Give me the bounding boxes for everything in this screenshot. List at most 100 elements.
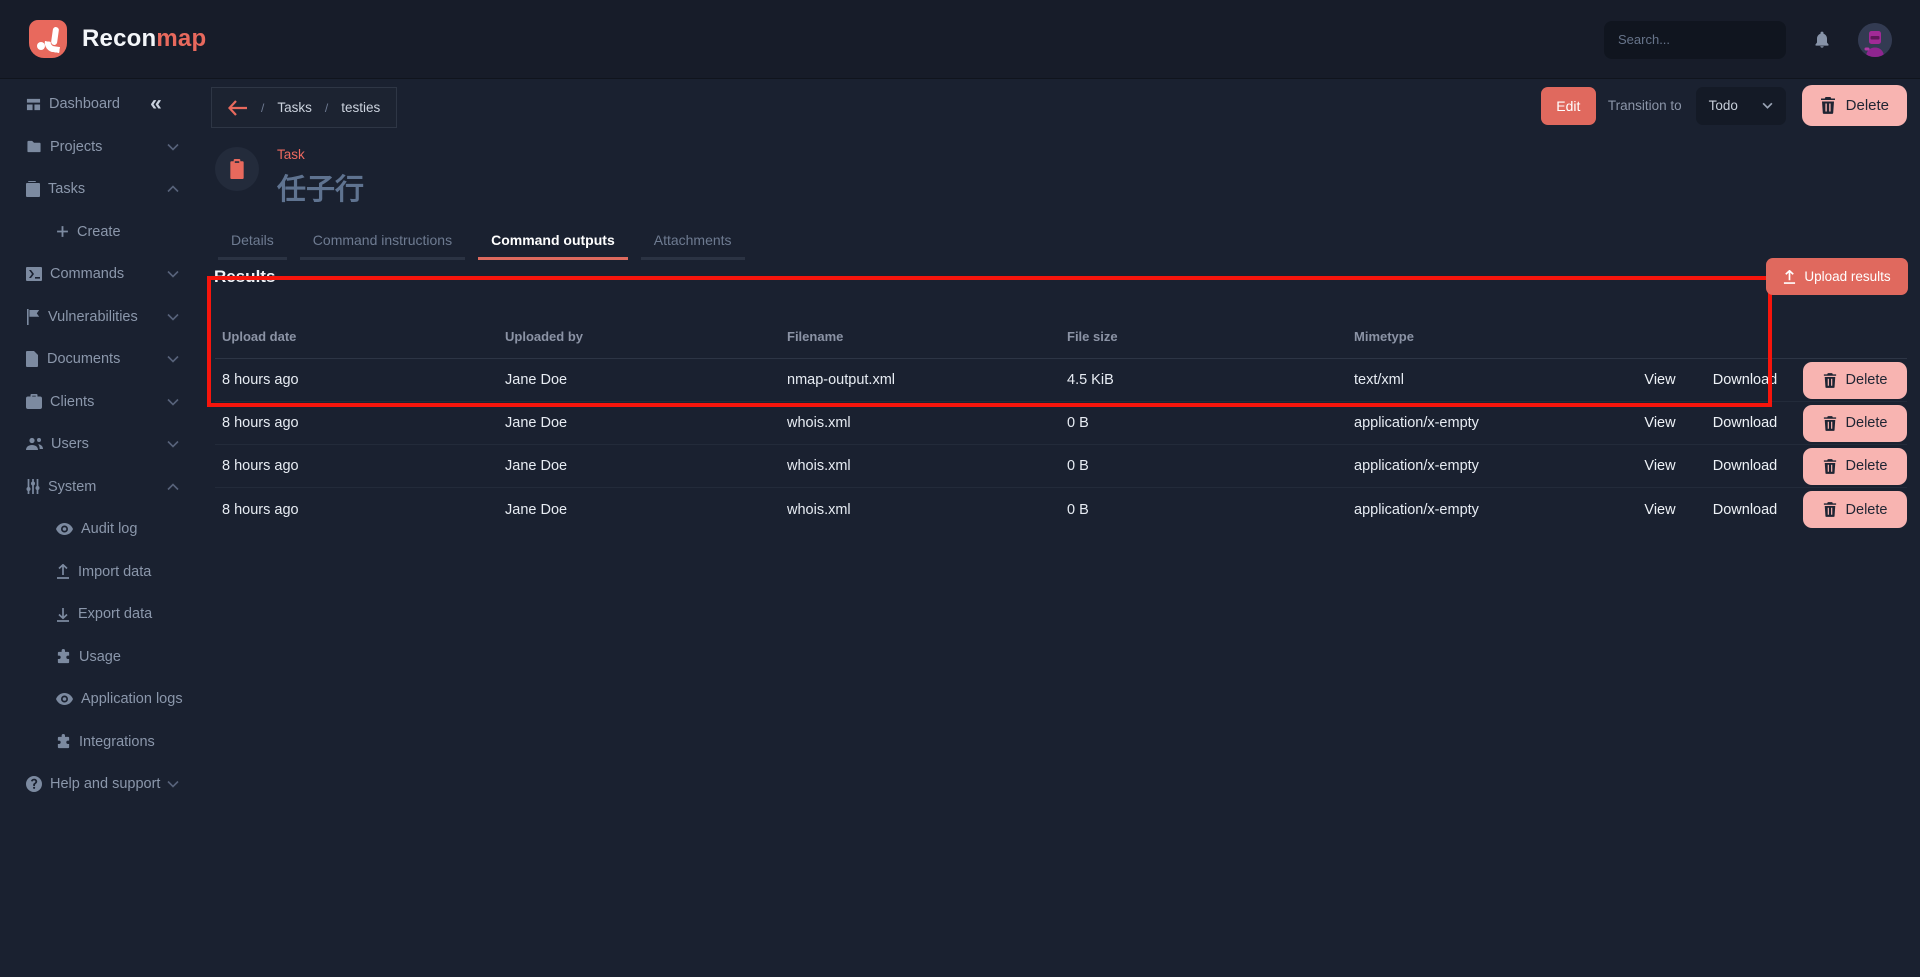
download-link[interactable]: Download bbox=[1713, 415, 1778, 431]
sidebar-item-audit-log[interactable]: Audit log bbox=[0, 508, 203, 551]
upload-icon bbox=[1784, 269, 1796, 284]
puzzle-icon bbox=[56, 649, 71, 664]
eye-icon bbox=[56, 693, 73, 706]
delete-result-label: Delete bbox=[1845, 415, 1888, 431]
chevron-down-icon bbox=[167, 270, 179, 278]
edit-button[interactable]: Edit bbox=[1540, 86, 1596, 125]
download-icon bbox=[56, 607, 70, 622]
back-arrow-icon[interactable] bbox=[228, 99, 248, 116]
sidebar-item-create-task[interactable]: Create bbox=[0, 211, 203, 254]
delete-task-label: Delete bbox=[1845, 97, 1889, 114]
table-row: 8 hours ago Jane Doe nmap-output.xml 4.5… bbox=[215, 359, 1907, 402]
column-header-mimetype: Mimetype bbox=[1354, 329, 1414, 344]
sidebar-item-tasks[interactable]: Tasks bbox=[0, 168, 203, 211]
sidebar-item-label: Dashboard bbox=[49, 96, 120, 113]
tab-command-outputs[interactable]: Command outputs bbox=[478, 226, 628, 260]
cell-file-size: 4.5 KiB bbox=[1067, 372, 1114, 388]
cell-filename: nmap-output.xml bbox=[787, 372, 895, 388]
sidebar-item-users[interactable]: Users bbox=[0, 423, 203, 466]
delete-result-button[interactable]: Delete bbox=[1803, 361, 1907, 399]
command-outputs-table: Upload date Uploaded by Filename File si… bbox=[215, 315, 1907, 531]
upload-results-button[interactable]: Upload results bbox=[1766, 258, 1908, 295]
upload-results-label: Upload results bbox=[1804, 269, 1891, 284]
status-select[interactable]: Todo bbox=[1695, 86, 1786, 125]
clipboard-list-icon bbox=[26, 181, 40, 198]
tab-details[interactable]: Details bbox=[218, 226, 287, 260]
chevron-down-icon bbox=[1762, 102, 1773, 109]
notifications-bell-icon[interactable] bbox=[1812, 30, 1832, 50]
user-avatar[interactable] bbox=[1858, 22, 1892, 57]
view-link[interactable]: View bbox=[1644, 372, 1675, 388]
chevron-down-icon bbox=[167, 398, 179, 406]
puzzle-icon bbox=[56, 734, 71, 749]
transition-to-label: Transition to bbox=[1607, 98, 1682, 113]
sidebar-item-label: Help and support bbox=[50, 776, 161, 793]
sidebar-item-system[interactable]: System bbox=[0, 466, 203, 509]
delete-result-button[interactable]: Delete bbox=[1803, 491, 1907, 528]
topbar: Reconmap bbox=[0, 0, 1920, 79]
sidebar-item-commands[interactable]: Commands bbox=[0, 253, 203, 296]
sidebar-item-application-logs[interactable]: Application logs bbox=[0, 678, 203, 721]
breadcrumb-tasks-link[interactable]: Tasks bbox=[277, 100, 312, 115]
chevron-up-icon bbox=[167, 185, 179, 193]
column-header-uploaded-by: Uploaded by bbox=[505, 329, 584, 344]
download-link[interactable]: Download bbox=[1713, 372, 1778, 388]
sidebar-item-import-data[interactable]: Import data bbox=[0, 551, 203, 594]
cell-filename: whois.xml bbox=[787, 415, 851, 431]
sidebar-item-projects[interactable]: Projects bbox=[0, 126, 203, 169]
sidebar: Dashboard Projects Tasks Create Commands… bbox=[0, 83, 203, 806]
tab-command-instructions[interactable]: Command instructions bbox=[299, 226, 466, 260]
chevron-down-icon bbox=[167, 780, 179, 788]
delete-result-label: Delete bbox=[1845, 458, 1888, 474]
delete-result-button[interactable]: Delete bbox=[1803, 404, 1907, 442]
cell-upload-date: 8 hours ago bbox=[222, 458, 299, 474]
app-logo[interactable]: Reconmap bbox=[29, 20, 206, 58]
cell-uploaded-by: Jane Doe bbox=[505, 501, 568, 518]
cell-file-size: 0 B bbox=[1067, 501, 1089, 518]
trash-icon bbox=[1823, 372, 1836, 388]
view-link[interactable]: View bbox=[1644, 502, 1675, 518]
view-link[interactable]: View bbox=[1644, 415, 1675, 431]
cell-mimetype: application/x-empty bbox=[1354, 501, 1479, 518]
dashboard-icon bbox=[26, 97, 41, 112]
sidebar-item-vulnerabilities[interactable]: Vulnerabilities bbox=[0, 296, 203, 339]
tab-attachments[interactable]: Attachments bbox=[640, 226, 745, 260]
sidebar-item-integrations[interactable]: Integrations bbox=[0, 721, 203, 764]
sidebar-item-label: Export data bbox=[78, 606, 153, 623]
sidebar-collapse-icon[interactable]: « bbox=[140, 89, 170, 119]
search-input[interactable] bbox=[1604, 20, 1786, 59]
sidebar-item-usage[interactable]: Usage bbox=[0, 636, 203, 679]
briefcase-icon bbox=[26, 394, 42, 410]
trash-icon bbox=[1823, 458, 1836, 474]
task-title: 任子行 bbox=[277, 174, 365, 206]
sidebar-item-export-data[interactable]: Export data bbox=[0, 593, 203, 636]
question-circle-icon bbox=[26, 776, 42, 793]
column-header-upload-date: Upload date bbox=[222, 329, 297, 344]
cell-file-size: 0 B bbox=[1067, 415, 1089, 431]
file-icon bbox=[26, 351, 39, 368]
clipboard-icon bbox=[230, 159, 244, 179]
chevron-down-icon bbox=[167, 355, 179, 363]
trash-icon bbox=[1820, 97, 1835, 114]
trash-icon bbox=[1823, 415, 1836, 431]
users-icon bbox=[26, 437, 43, 451]
cell-file-size: 0 B bbox=[1067, 458, 1089, 474]
table-row: 8 hours ago Jane Doe whois.xml 0 B appli… bbox=[215, 488, 1907, 531]
table-row: 8 hours ago Jane Doe whois.xml 0 B appli… bbox=[215, 445, 1907, 488]
view-link[interactable]: View bbox=[1644, 458, 1675, 474]
delete-result-button[interactable]: Delete bbox=[1803, 447, 1907, 485]
sidebar-item-dashboard[interactable]: Dashboard bbox=[0, 83, 203, 126]
chevron-up-icon bbox=[167, 483, 179, 491]
sidebar-item-documents[interactable]: Documents bbox=[0, 338, 203, 381]
download-link[interactable]: Download bbox=[1713, 502, 1778, 518]
brand-part1: Recon bbox=[82, 25, 157, 52]
sidebar-item-clients[interactable]: Clients bbox=[0, 381, 203, 424]
app-title: Reconmap bbox=[82, 25, 206, 53]
delete-result-label: Delete bbox=[1845, 372, 1888, 388]
delete-task-button[interactable]: Delete bbox=[1801, 85, 1907, 126]
cell-filename: whois.xml bbox=[787, 501, 851, 518]
download-link[interactable]: Download bbox=[1713, 458, 1778, 474]
upload-icon bbox=[56, 564, 70, 580]
sidebar-item-label: Projects bbox=[50, 138, 103, 155]
sidebar-item-help-and-support[interactable]: Help and support bbox=[0, 763, 203, 806]
